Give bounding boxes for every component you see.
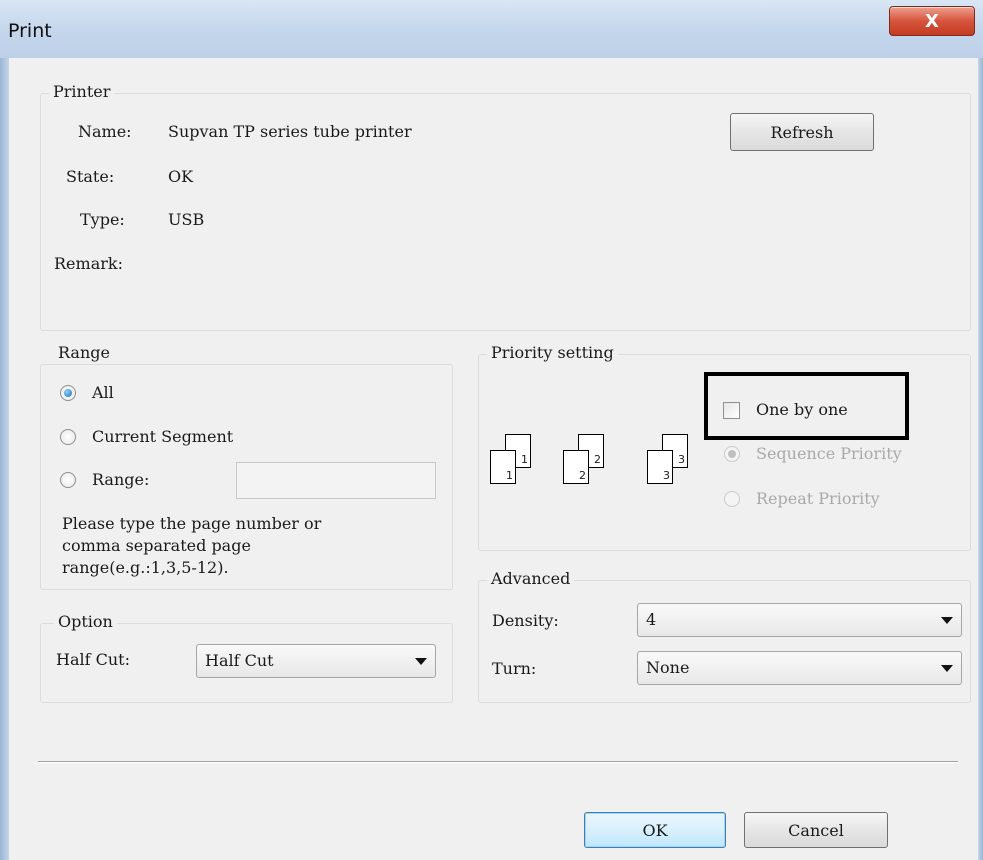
density-label: Density: bbox=[492, 611, 559, 630]
priority-legend: Priority setting bbox=[487, 343, 618, 363]
printer-state-label: State: bbox=[66, 167, 115, 186]
footer-separator bbox=[38, 761, 958, 763]
density-dropdown[interactable]: 4 bbox=[637, 603, 962, 637]
page-front-icon: 2 bbox=[563, 450, 589, 484]
chevron-down-icon bbox=[415, 658, 427, 665]
window-frame-left bbox=[0, 58, 9, 860]
printer-state-value: OK bbox=[168, 167, 194, 186]
repeat-priority-radio[interactable] bbox=[724, 491, 740, 507]
repeat-priority-label[interactable]: Repeat Priority bbox=[756, 489, 880, 509]
page-front-icon: 3 bbox=[647, 450, 673, 484]
half-cut-label: Half Cut: bbox=[56, 650, 130, 669]
half-cut-value: Half Cut bbox=[205, 651, 274, 670]
printer-remark-label: Remark: bbox=[54, 254, 123, 273]
printer-type-value: USB bbox=[168, 210, 205, 229]
title-bar: Print X bbox=[0, 0, 983, 58]
ok-button[interactable]: OK bbox=[584, 812, 726, 848]
range-current-segment-radio[interactable] bbox=[60, 429, 76, 445]
sequence-priority-label[interactable]: Sequence Priority bbox=[756, 444, 902, 464]
cancel-button[interactable]: Cancel bbox=[744, 812, 888, 848]
printer-name-value: Supvan TP series tube printer bbox=[168, 122, 412, 141]
turn-dropdown[interactable]: None bbox=[637, 651, 962, 685]
refresh-button[interactable]: Refresh bbox=[730, 113, 874, 151]
range-help-line-3: range(e.g.:1,3,5-12). bbox=[62, 558, 229, 577]
highlight-box bbox=[704, 372, 909, 440]
page-front-icon: 1 bbox=[490, 450, 516, 484]
printer-name-label: Name: bbox=[78, 122, 132, 141]
range-input[interactable] bbox=[236, 462, 436, 499]
range-help-line-1: Please type the page number or bbox=[62, 514, 322, 533]
advanced-legend: Advanced bbox=[487, 569, 575, 589]
printer-type-label: Type: bbox=[80, 210, 125, 229]
turn-label: Turn: bbox=[492, 659, 537, 678]
range-custom-radio[interactable] bbox=[60, 472, 76, 488]
range-all-label[interactable]: All bbox=[92, 383, 114, 403]
range-current-segment-label[interactable]: Current Segment bbox=[92, 427, 233, 447]
range-legend: Range bbox=[54, 343, 114, 363]
window-frame-right bbox=[978, 58, 983, 860]
window-title: Print bbox=[8, 20, 52, 42]
chevron-down-icon bbox=[941, 665, 953, 672]
sequence-priority-radio[interactable] bbox=[724, 446, 740, 462]
range-custom-label[interactable]: Range: bbox=[92, 470, 149, 490]
close-icon: X bbox=[925, 10, 939, 32]
turn-value: None bbox=[646, 658, 690, 677]
close-button[interactable]: X bbox=[889, 6, 975, 36]
density-value: 4 bbox=[646, 610, 657, 629]
printer-legend: Printer bbox=[49, 82, 115, 102]
range-help-line-2: comma separated page bbox=[62, 536, 251, 555]
chevron-down-icon bbox=[941, 617, 953, 624]
range-all-radio[interactable] bbox=[60, 385, 76, 401]
half-cut-dropdown[interactable]: Half Cut bbox=[196, 644, 436, 678]
option-legend: Option bbox=[54, 612, 117, 632]
